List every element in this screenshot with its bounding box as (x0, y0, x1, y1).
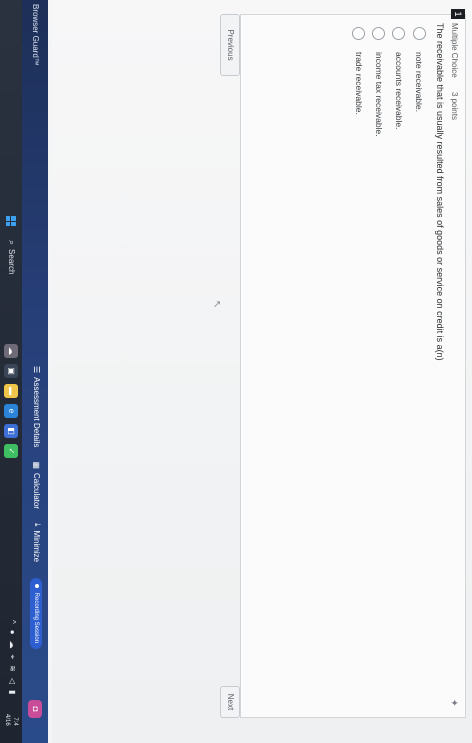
taskbar-apps: ☁ ▣ ▬ e ◧ ✓ (4, 344, 18, 464)
guard-toolbar: ☰ Assessment Details ▦ Calculator ⤓ Mini… (32, 366, 43, 606)
recording-label: Recording Session (33, 592, 39, 644)
minimize-icon: ⤓ (33, 523, 42, 527)
question-number: 1 (451, 9, 465, 19)
assessment-content: 1 Multiple Choice 3 points ✦ The receiva… (52, 0, 472, 743)
widgets-icon[interactable]: ☁ (4, 344, 18, 358)
windows-start-icon[interactable] (6, 216, 16, 226)
pin-icon[interactable]: ✦ (448, 699, 459, 707)
browser-guard-title: Browser Guard™ (31, 4, 40, 66)
clock-time: 7:4 (12, 717, 18, 726)
windows-taskbar: ⌕ Search ☁ ▣ ▬ e ◧ ✓ ^ ● ☁ ⌖ ≋ ◁ ▮ 7:4 4… (0, 0, 22, 743)
option-label: note receivable. (414, 52, 424, 113)
list-icon: ☰ (32, 366, 42, 374)
shield-icon[interactable]: ◘ (28, 700, 42, 718)
answer-option[interactable]: trade receivable. (349, 27, 369, 137)
battery-icon[interactable]: ▮ (7, 690, 17, 694)
option-label: income tax receivable. (374, 52, 384, 137)
tray-app-icon[interactable]: ● (7, 630, 17, 635)
cloud-icon[interactable]: ☁ (7, 641, 17, 649)
question-card: 1 Multiple Choice 3 points ✦ The receiva… (240, 9, 466, 718)
app-check-icon[interactable]: ✓ (4, 444, 18, 458)
store-icon[interactable]: ◧ (4, 424, 18, 438)
location-icon[interactable]: ⌖ (7, 655, 17, 660)
recording-session-badge: Recording Session (30, 578, 42, 650)
screen: 1 Multiple Choice 3 points ✦ The receiva… (0, 0, 472, 743)
radio-button[interactable] (392, 27, 406, 40)
next-button[interactable]: Next (220, 686, 240, 718)
wifi-icon[interactable]: ≋ (7, 665, 17, 672)
task-view-icon[interactable]: ▣ (4, 364, 18, 378)
assessment-details-label: Assessment Details (32, 377, 42, 448)
calculator-icon: ▦ (32, 461, 42, 469)
radio-button[interactable] (413, 27, 427, 40)
search-icon: ⌕ (7, 240, 17, 246)
question-points: 3 points (450, 91, 459, 120)
answer-option[interactable]: accounts receivable. (389, 27, 409, 137)
recording-dot-icon (34, 584, 39, 588)
mouse-cursor-icon: ↖ (211, 300, 222, 309)
tray-caret-icon[interactable]: ^ (7, 620, 17, 624)
question-text: The receivable that is usually resulted … (435, 23, 445, 361)
question-type: Multiple Choice (450, 23, 459, 78)
browser-guard-bar: Browser Guard™ ☰ Assessment Details ▦ Ca… (22, 0, 48, 743)
answer-option[interactable]: income tax receivable. (369, 27, 389, 137)
answer-options: note receivable. accounts receivable. in… (349, 27, 429, 137)
speaker-icon[interactable]: ◁ (7, 678, 17, 684)
taskbar-search[interactable]: ⌕ Search (6, 240, 17, 274)
option-label: trade receivable. (354, 52, 364, 115)
taskbar-clock[interactable]: 7:4 4/16 (3, 714, 19, 726)
answer-option[interactable]: note receivable. (409, 27, 429, 137)
edge-browser-icon[interactable]: e (4, 404, 18, 418)
search-label: Search (7, 249, 16, 275)
clock-date: 4/16 (4, 714, 10, 726)
calculator-button[interactable]: ▦ Calculator (33, 461, 42, 509)
file-explorer-icon[interactable]: ▬ (4, 384, 18, 398)
question-meta: Multiple Choice 3 points (450, 23, 459, 132)
radio-button[interactable] (352, 27, 366, 40)
option-label: accounts receivable. (394, 52, 404, 130)
calculator-label: Calculator (32, 472, 42, 509)
radio-button[interactable] (372, 27, 386, 40)
system-tray: ^ ● ☁ ⌖ ≋ ◁ ▮ (7, 620, 17, 700)
previous-button[interactable]: Previous (220, 14, 240, 76)
assessment-details-button[interactable]: ☰ Assessment Details (33, 366, 42, 447)
minimize-label: Minimize (32, 530, 42, 563)
minimize-button[interactable]: ⤓ Minimize (32, 523, 43, 563)
